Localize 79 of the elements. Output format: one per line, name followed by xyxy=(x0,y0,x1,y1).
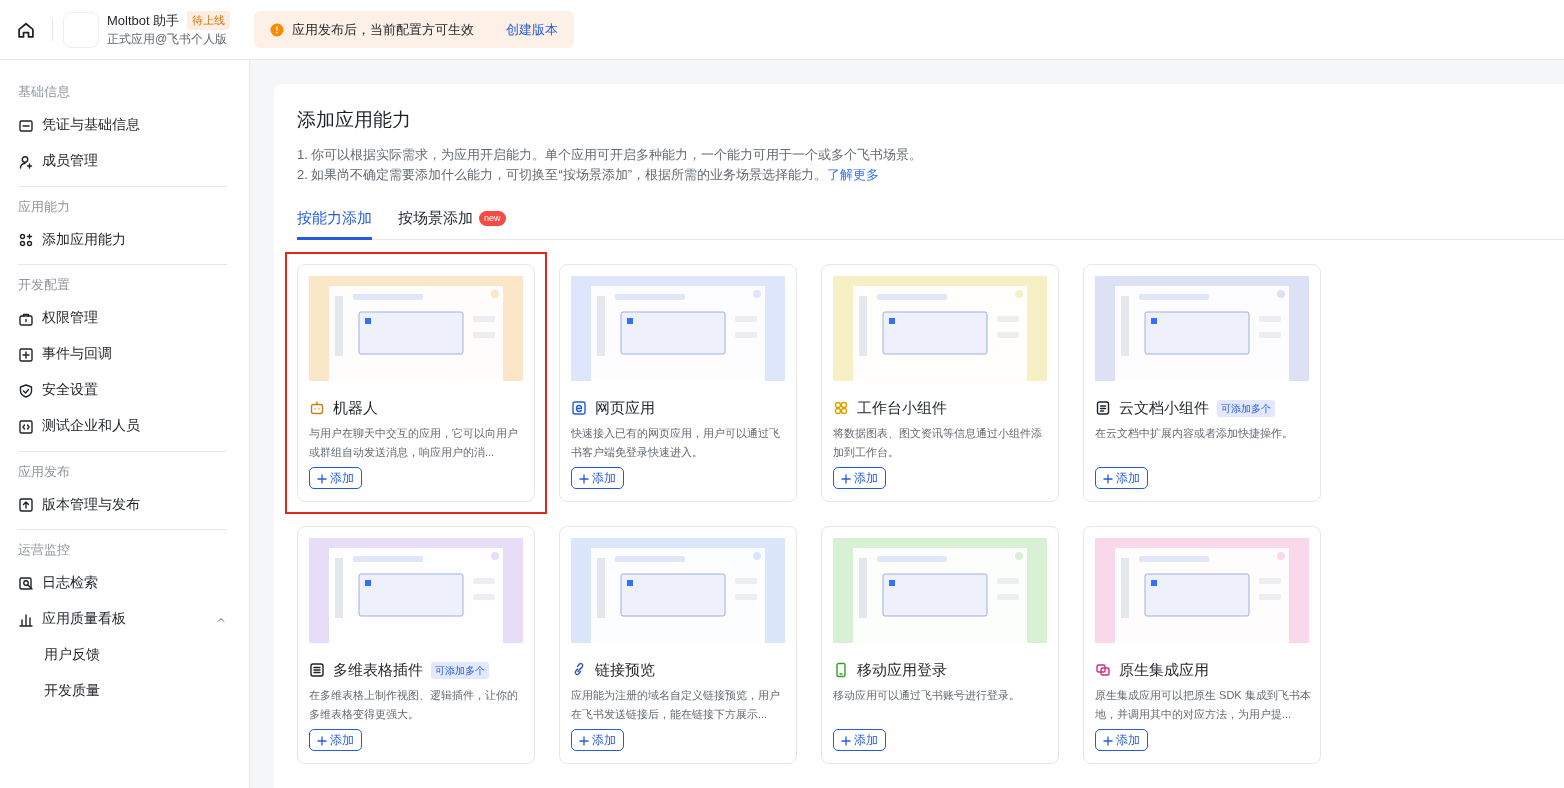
section-heading: 应用发布 xyxy=(18,462,71,481)
card-description: 在云文档中扩展内容或者添加快捷操作。 xyxy=(1095,425,1294,441)
linked-squares-icon xyxy=(1095,662,1111,679)
page-title: 添加应用能力 xyxy=(297,108,412,132)
plus-icon xyxy=(841,735,851,746)
bar-chart-icon xyxy=(18,611,34,628)
plus-box-icon xyxy=(18,346,34,363)
phone-icon xyxy=(833,662,849,679)
card-description: 快速接入已有的网页应用，用户可以通过飞书客户端免登录快速进入。 xyxy=(571,425,781,460)
sidebar-item[interactable]: 版本管理与发布 xyxy=(18,487,227,523)
tag: 可添加多个 xyxy=(431,661,489,679)
card-title: 移动应用登录 xyxy=(857,660,947,680)
robot-icon xyxy=(309,400,325,417)
status-badge: 待上线 xyxy=(187,11,231,30)
note-text: 1. 你可以根据实际需求，为应用开启能力。单个应用可开启多种能力，一个能力可用于一个或多个飞书场景。 xyxy=(297,145,924,164)
add-button[interactable]: 添加 xyxy=(833,729,887,751)
sidebar-item[interactable]: 日志检索 xyxy=(18,565,227,602)
card-title: 链接预览 xyxy=(595,660,655,680)
add-button[interactable]: 添加 xyxy=(309,467,363,489)
sidebar-item[interactable]: 添加应用能力 xyxy=(18,222,227,258)
widget-grid-icon xyxy=(833,400,849,417)
section-heading: 运营监控 xyxy=(18,541,71,559)
notice-text: 应用发布后，当前配置方可生效 xyxy=(292,20,475,39)
sidebar-item[interactable]: 安全设置 xyxy=(18,372,227,409)
search-icon xyxy=(18,575,34,592)
sidebar-item[interactable]: 成员管理 xyxy=(18,143,227,180)
card-description: 原生集成应用可以把原生 SDK 集成到飞书本地，并调用其中的对应方法，为用户提... xyxy=(1095,687,1312,722)
card-description: 在多维表格上制作视图、逻辑插件，让你的多维表格变得更强大。 xyxy=(309,687,519,722)
section-heading: 应用能力 xyxy=(18,197,71,216)
tag: 可添加多个 xyxy=(1217,399,1275,417)
plus-icon xyxy=(317,735,327,746)
add-button[interactable]: 添加 xyxy=(1095,467,1149,489)
add-button[interactable]: 添加 xyxy=(309,729,363,751)
card-title: 多维表格插件 xyxy=(333,660,423,680)
sidebar-item[interactable]: 事件与回调 xyxy=(18,336,227,373)
add-button[interactable]: 添加 xyxy=(833,467,887,489)
code-icon xyxy=(18,418,34,435)
note-text: 2. 如果尚不确定需要添加什么能力，可切换至“按场景添加”，根据所需的业务场景选择能力。 xyxy=(297,166,828,182)
document-icon xyxy=(1095,400,1111,417)
tab[interactable]: 按场景添加 xyxy=(398,206,473,240)
sidebar-item[interactable]: 开发质量 xyxy=(18,673,227,710)
card-title: 云文档小组件 xyxy=(1119,398,1209,418)
section-heading: 开发配置 xyxy=(18,276,71,294)
app-subtitle: 正式应用@飞书个人版 xyxy=(107,31,229,49)
card-title: 机器人 xyxy=(333,398,378,418)
learn-more-link[interactable]: 了解更多 xyxy=(827,166,880,182)
card-description: 将数据图表、图文资讯等信息通过小组件添加到工作台。 xyxy=(833,425,1043,460)
add-button[interactable]: 添加 xyxy=(1095,729,1149,751)
card-description: 与用户在聊天中交互的应用，它可以向用户或群组自动发送消息，响应用户的消... xyxy=(309,425,519,460)
card-description: 移动应用可以通过飞书账号进行登录。 xyxy=(833,687,1021,703)
plus-icon xyxy=(841,473,851,484)
plus-icon xyxy=(579,735,589,746)
tab[interactable]: 按能力添加 xyxy=(297,206,372,240)
section-heading: 基础信息 xyxy=(18,83,71,101)
new-badge: new xyxy=(479,210,506,226)
plus-icon xyxy=(1103,473,1113,484)
app-name: Moltbot 助手 xyxy=(107,11,180,30)
plus-icon xyxy=(1103,735,1113,746)
sidebar-item[interactable]: 应用质量看板 xyxy=(18,601,227,638)
card-title: 工作台小组件 xyxy=(857,398,947,418)
card-description: 应用能为注册的域名自定义链接预览，用户在飞书发送链接后，能在链接下方展示... xyxy=(571,687,781,722)
sidebar-item[interactable]: 用户反馈 xyxy=(18,637,227,674)
warning-icon xyxy=(270,22,285,37)
shield-icon xyxy=(18,382,34,399)
card-title: 网页应用 xyxy=(595,398,655,418)
plus-icon xyxy=(579,473,589,484)
plus-icon xyxy=(317,473,327,484)
sidebar-item[interactable]: 测试企业和人员 xyxy=(18,408,227,445)
sidebar-item[interactable]: 权限管理 xyxy=(18,300,227,337)
create-version-link[interactable]: 创建版本 xyxy=(506,19,559,40)
grid-plus-icon xyxy=(18,232,34,248)
web-page-icon xyxy=(571,400,587,417)
add-user-icon xyxy=(18,153,34,170)
add-button[interactable]: 添加 xyxy=(571,729,625,751)
sidebar-item[interactable]: 凭证与基础信息 xyxy=(18,107,227,144)
add-button[interactable]: 添加 xyxy=(571,467,625,489)
upload-icon xyxy=(18,497,34,513)
table-icon xyxy=(309,662,325,679)
card-title: 原生集成应用 xyxy=(1119,660,1209,680)
